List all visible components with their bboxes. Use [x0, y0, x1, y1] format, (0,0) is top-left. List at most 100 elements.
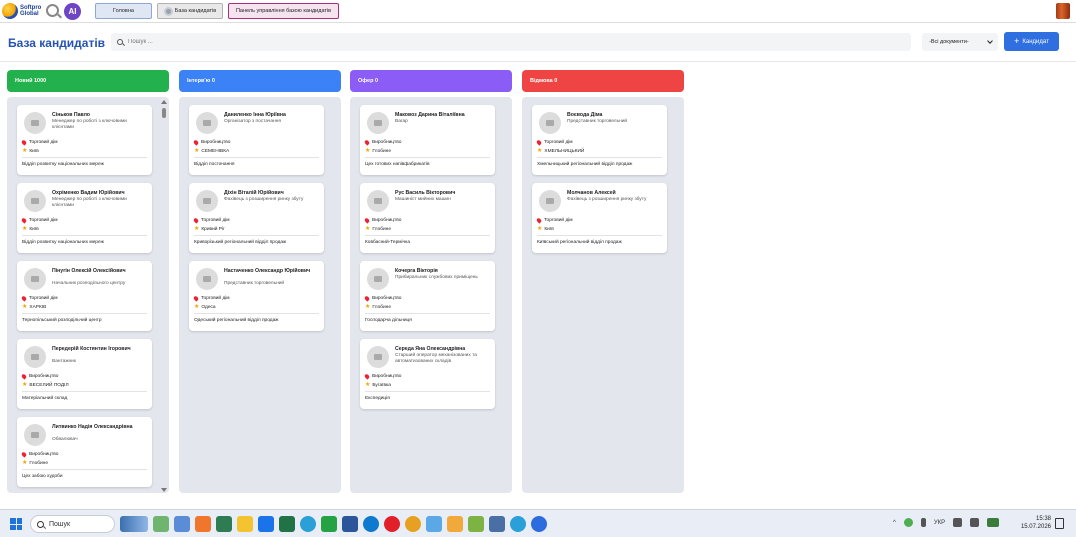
column-header[interactable]: Відмова 0 — [522, 70, 684, 92]
scroll-down-arrow-icon[interactable] — [161, 488, 167, 492]
candidate-search-bar[interactable] — [111, 33, 911, 51]
file-explorer-icon[interactable] — [237, 516, 253, 532]
nav-candidate-database-tab[interactable]: База кандидатів — [157, 3, 223, 19]
candidate-card[interactable]: Кочерга Вікторія Прибиральник службових п… — [360, 261, 495, 331]
app-icon[interactable] — [216, 516, 232, 532]
card-divider — [365, 313, 490, 314]
candidate-card[interactable]: Воєвода Діма Представник торговельний Торг… — [532, 105, 667, 175]
taskbar-clock[interactable]: 15:38 15.07.2026 — [1015, 515, 1051, 531]
kanban-column: Відмова 0 Воєвода Діма Представник торгове… — [522, 70, 684, 493]
firefox-icon[interactable] — [195, 516, 211, 532]
candidate-company: Торговий дім — [192, 217, 230, 224]
candidate-city: ★ СЕМЕНІВКА — [194, 148, 229, 154]
search-icon[interactable] — [46, 4, 59, 17]
candidate-card[interactable]: Охріменко Вадим Юрійович Менеджер по робо… — [17, 183, 152, 253]
network-icon[interactable] — [953, 518, 963, 527]
city-label: Бугаївка — [372, 382, 391, 388]
telegram-icon[interactable] — [300, 516, 316, 532]
battery-icon[interactable] — [987, 518, 1000, 527]
taskbar-search-box[interactable]: Пошук — [30, 515, 115, 533]
app-icon[interactable] — [426, 516, 442, 532]
candidate-card[interactable]: Маковоз Дарина Віталіївна Вагар Виробництв… — [360, 105, 495, 175]
edge-icon[interactable] — [363, 516, 379, 532]
column-body: Сіньков Павло Менеджер по роботі з ключов… — [7, 97, 169, 493]
candidate-card[interactable]: Передерій Костянтин Ігорович Вантажник Вир… — [17, 339, 152, 409]
scrollbar-thumb[interactable] — [162, 108, 166, 118]
opera-icon[interactable] — [384, 516, 400, 532]
candidate-card[interactable]: Сіньков Павло Менеджер по роботі з ключов… — [17, 105, 152, 175]
app-bundle-icon[interactable] — [1056, 3, 1070, 19]
card-divider — [194, 157, 319, 158]
zoom-icon[interactable] — [531, 516, 547, 532]
company-label: Торговий дім — [29, 218, 58, 223]
star-icon: ★ — [365, 226, 371, 232]
volume-icon[interactable] — [970, 518, 980, 527]
candidate-name: Охріменко Вадим Юрійович — [52, 190, 125, 196]
windows-start-icon[interactable] — [10, 518, 22, 530]
company-label: Торговий дім — [544, 140, 573, 145]
location-pin-icon — [363, 373, 371, 380]
search-icon — [117, 39, 123, 45]
chevron-up-icon[interactable]: ^ — [893, 520, 896, 526]
city-label: Глобине — [372, 304, 391, 310]
notification-icon[interactable] — [1055, 518, 1064, 529]
candidate-company: Торговий дім — [192, 295, 230, 302]
location-pin-icon — [20, 373, 28, 380]
app-icon[interactable] — [342, 516, 358, 532]
avatar-placeholder-icon — [196, 112, 218, 134]
candidate-card[interactable]: Даниленко Інна Юріївна Організатор з пост… — [189, 105, 324, 175]
app-icon[interactable] — [447, 516, 463, 532]
card-divider — [365, 391, 490, 392]
app-icon[interactable] — [468, 516, 484, 532]
candidate-name: Рус Василь Вікторович — [395, 190, 456, 196]
star-icon: ★ — [365, 304, 371, 310]
telegram-icon[interactable] — [510, 516, 526, 532]
column-header[interactable]: Новий 1000 — [7, 70, 169, 92]
star-icon: ★ — [537, 226, 543, 232]
chrome-icon[interactable] — [405, 516, 421, 532]
whatsapp-icon[interactable] — [321, 516, 337, 532]
app-icon[interactable] — [489, 516, 505, 532]
ai-assistant-button[interactable]: AI — [64, 3, 81, 20]
column-header[interactable]: Офер 0 — [350, 70, 512, 92]
candidate-card[interactable]: Рус Василь Вікторович Машиніст мийних маш… — [360, 183, 495, 253]
candidate-company: Виробництво — [192, 139, 230, 146]
input-language[interactable]: УКР — [934, 520, 945, 526]
candidate-name: Маковоз Дарина Віталіївна — [395, 112, 465, 118]
clock-date: 15.07.2026 — [1020, 524, 1051, 530]
microphone-icon[interactable] — [920, 518, 926, 527]
candidate-card[interactable]: Діхін Віталій Юрійович Фахівець з розшире… — [189, 183, 324, 253]
app-icon[interactable] — [279, 516, 295, 532]
candidate-role: Менеджер по роботі з ключовими клієнтами — [52, 119, 127, 130]
candidate-card[interactable]: Настаченко Олександр Юрійович Представник… — [189, 261, 324, 331]
candidate-department: Відділ розвитку національних мереж — [22, 240, 104, 245]
avatar-placeholder-icon — [196, 268, 218, 290]
scroll-up-arrow-icon[interactable] — [161, 100, 167, 104]
candidate-department: Тернопільський розподільчий центр — [22, 318, 102, 323]
app-icon[interactable] — [174, 516, 190, 532]
candidate-company: Виробництво — [20, 373, 58, 380]
column-scrollbar[interactable] — [161, 100, 167, 492]
candidate-card[interactable]: Пінугін Олексій Олексійович Начальник роз… — [17, 261, 152, 331]
candidate-company: Торговий дім — [20, 217, 58, 224]
widgets-icon[interactable] — [120, 516, 148, 532]
avatar-placeholder-icon — [24, 268, 46, 290]
candidate-city: ★ Одеса — [194, 304, 216, 310]
column-header[interactable]: Інтерв'ю 0 — [179, 70, 341, 92]
candidate-card[interactable]: Молчанов Алексей Фахівець з розширення ри… — [532, 183, 667, 253]
system-tray: ^ УКР — [893, 518, 1000, 527]
tray-app-icon[interactable] — [903, 518, 913, 527]
candidate-city: ★ Київ — [537, 226, 554, 232]
candidate-card[interactable]: Середа Яна Олександрівна Старший оператор… — [360, 339, 495, 409]
add-candidate-button[interactable]: + Кандидат — [1004, 32, 1059, 51]
candidate-role: Обвалювач — [52, 437, 78, 442]
app-icon[interactable] — [153, 516, 169, 532]
column-body: Даниленко Інна Юріївна Організатор з пост… — [179, 97, 341, 493]
company-logo[interactable]: Softpro Global — [2, 3, 44, 19]
candidate-search-input[interactable] — [128, 39, 888, 45]
document-filter-select[interactable]: -Всі документи- — [922, 33, 998, 51]
nav-candidate-panel-tab[interactable]: Панель управління базою кандидатів — [228, 3, 339, 19]
nav-home-tab[interactable]: Головна — [95, 3, 152, 19]
candidate-card[interactable]: Литвинко Надія Олександрівна Обвалювач Вир… — [17, 417, 152, 487]
app-icon[interactable] — [258, 516, 274, 532]
